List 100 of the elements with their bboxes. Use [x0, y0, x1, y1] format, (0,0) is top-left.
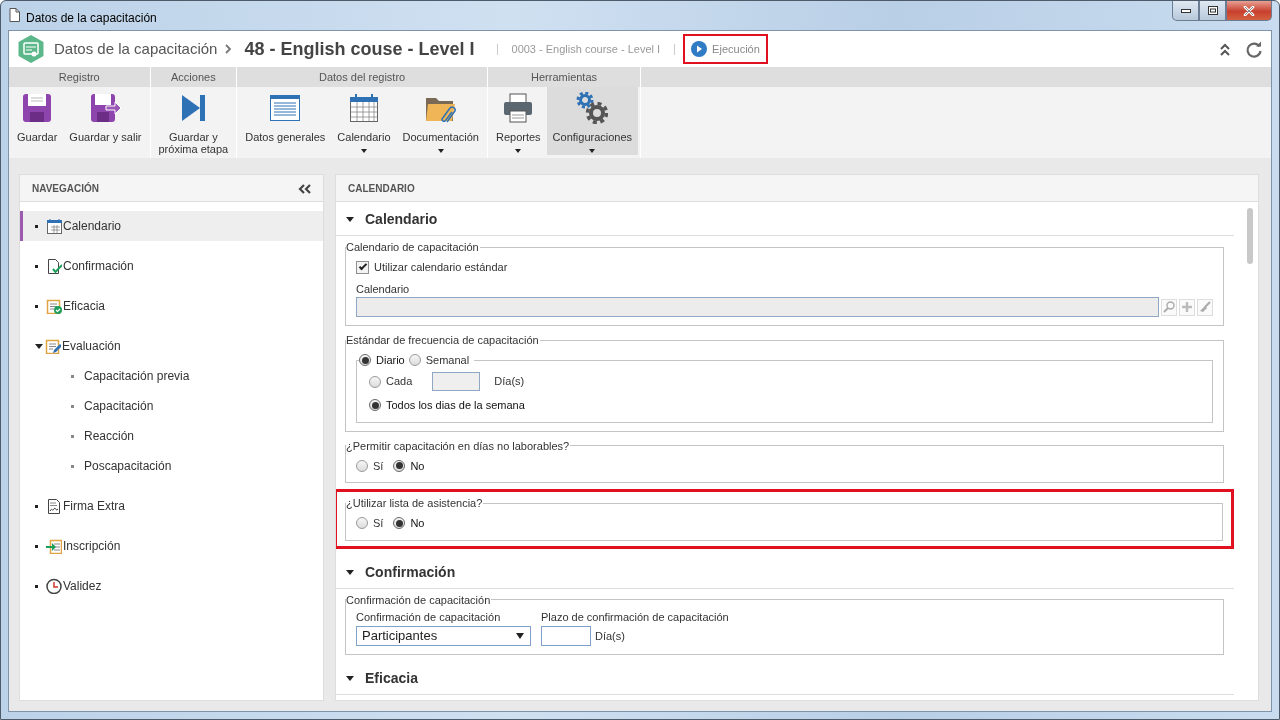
calendar-icon: [46, 218, 62, 234]
radio-option[interactable]: Sí: [356, 457, 384, 474]
ribbon-button[interactable]: Reportes: [489, 87, 547, 155]
section-title: Confirmación: [365, 562, 456, 582]
chevron-right-icon: [225, 44, 233, 54]
double-chevron-left-icon: [298, 183, 311, 194]
bullet-icon: [35, 504, 38, 508]
group-label: Confirmación de capacitación: [346, 593, 492, 606]
plus-icon: [1182, 302, 1192, 312]
printer-icon: [502, 92, 535, 124]
ribbon-button[interactable]: Guardar y salir: [63, 87, 148, 155]
ribbon-button[interactable]: Configuraciones: [546, 87, 639, 155]
radio-option[interactable]: No: [393, 457, 425, 474]
refresh-icon: [1245, 40, 1263, 59]
ribbon-group-label: Herramientas: [487, 67, 641, 87]
bullet-icon: [35, 224, 38, 228]
clock-icon: [46, 578, 62, 594]
field-label: Confirmación de capacitación: [356, 609, 502, 625]
section-title: Calendario: [365, 210, 438, 229]
signature-document-icon: [46, 498, 62, 514]
ribbon-button[interactable]: Datos generales: [239, 87, 332, 155]
ribbon-button[interactable]: Calendario: [331, 87, 397, 155]
nav-subitem-label: Capacitación: [84, 398, 154, 415]
radio-option[interactable]: Diario: [359, 354, 405, 366]
status-label: Ejecución: [712, 41, 760, 57]
window-title: Datos de la capacitación: [26, 10, 157, 27]
record-code: 0003 - English course - Level I: [496, 43, 676, 55]
radio-option[interactable]: Todos los dias de la semana: [369, 397, 525, 414]
play-circle-icon: [691, 41, 708, 57]
document-check-icon: [46, 258, 62, 274]
minimize-icon: [1180, 8, 1191, 13]
group-label: ¿Permitir capacitación en días no laborables?: [346, 439, 571, 452]
unit-label: Día(s): [595, 628, 625, 644]
nav-subitem-label: Poscapacitación: [84, 458, 172, 475]
double-chevron-up-icon: [1219, 42, 1231, 57]
number-field[interactable]: [541, 626, 591, 646]
nav-item-label: Eficacia: [63, 298, 106, 315]
scrollbar-thumb[interactable]: [1247, 208, 1253, 264]
close-icon: [1243, 5, 1255, 16]
checkbox[interactable]: Utilizar calendario estándar: [356, 259, 508, 276]
bullet-icon: [71, 464, 74, 468]
ribbon-group-label: Registro: [9, 67, 150, 87]
radio-option[interactable]: Cada: [369, 373, 413, 390]
search-icon: [1163, 301, 1175, 313]
nav-item-label: Inscripción: [63, 538, 121, 555]
bullet-icon: [35, 304, 38, 308]
nav-subitem[interactable]: Poscapacitación: [20, 451, 323, 481]
nav-item-label: Validez: [63, 578, 102, 595]
field-label: Plazo de confirmación de capacitación: [541, 609, 729, 625]
bullet-icon: [35, 584, 38, 588]
ribbon-button[interactable]: Documentación: [396, 87, 485, 155]
nav-item-label: Calendario: [63, 218, 122, 235]
close-button[interactable]: [1226, 1, 1272, 21]
maximize-button[interactable]: [1199, 1, 1226, 21]
expand-caret-icon[interactable]: [346, 569, 354, 575]
ribbon-group-label: Datos del registro: [237, 67, 487, 87]
nav-item-label: Confirmación: [63, 258, 134, 275]
unit-label: Día(s): [494, 374, 525, 390]
minimize-button[interactable]: [1172, 1, 1199, 21]
nav-item[interactable]: Eficacia: [20, 291, 323, 321]
nav-subitem-label: Reacción: [84, 428, 135, 445]
clipboard-arrow-icon: [46, 538, 62, 554]
nav-item-label: Evaluación: [62, 338, 121, 355]
panel-title: NAVEGACIÓN: [32, 181, 100, 196]
radio-option[interactable]: Sí: [356, 515, 384, 532]
ribbon-group-label: Acciones: [150, 67, 237, 87]
nav-item[interactable]: Evaluación: [20, 331, 323, 361]
field-label: Calendario: [356, 281, 411, 297]
nav-item-label: Firma Extra: [63, 498, 125, 515]
nav-subitem-label: Capacitación previa: [84, 368, 190, 385]
expand-caret-icon[interactable]: [346, 676, 354, 681]
record-title: 48 - English couse - Level I: [244, 37, 475, 61]
radio-option[interactable]: No: [393, 515, 425, 532]
nav-item[interactable]: Confirmación: [20, 251, 323, 281]
radio-option[interactable]: Semanal: [408, 354, 470, 366]
nav-item[interactable]: Calendario: [20, 211, 323, 241]
expand-caret-icon[interactable]: [346, 217, 354, 222]
number-field[interactable]: [432, 372, 481, 391]
nav-subitem[interactable]: Capacitación previa: [20, 361, 323, 391]
module-name[interactable]: Datos de la capacitación: [54, 37, 218, 61]
group-label: Estándar de frecuencia de capacitación: [346, 334, 540, 346]
nav-item[interactable]: Inscripción: [20, 531, 323, 561]
nav-subitem[interactable]: Reacción: [20, 421, 323, 451]
section-title: Eficacia: [365, 669, 418, 688]
group-label: Calendario de capacitación: [346, 241, 480, 253]
bullet-icon: [35, 264, 38, 268]
maximize-icon: [1207, 6, 1218, 15]
certificate-logo: [16, 34, 46, 64]
clipboard-check-icon: [46, 298, 62, 314]
calendar-icon: [347, 92, 380, 124]
nav-item[interactable]: Validez: [20, 571, 323, 601]
bullet-icon: [35, 544, 38, 548]
group-label: ¿Utilizar lista de asistencia?: [346, 497, 484, 509]
nav-subitem[interactable]: Capacitación: [20, 391, 323, 421]
dropdown[interactable]: Participantes: [356, 626, 531, 646]
panel-title: CALENDARIO: [348, 181, 415, 196]
ribbon-button[interactable]: Guardar: [11, 87, 64, 155]
floppy-arrow-icon: [89, 92, 122, 124]
nav-item[interactable]: Firma Extra: [20, 491, 323, 521]
brush-icon: [1199, 301, 1211, 313]
